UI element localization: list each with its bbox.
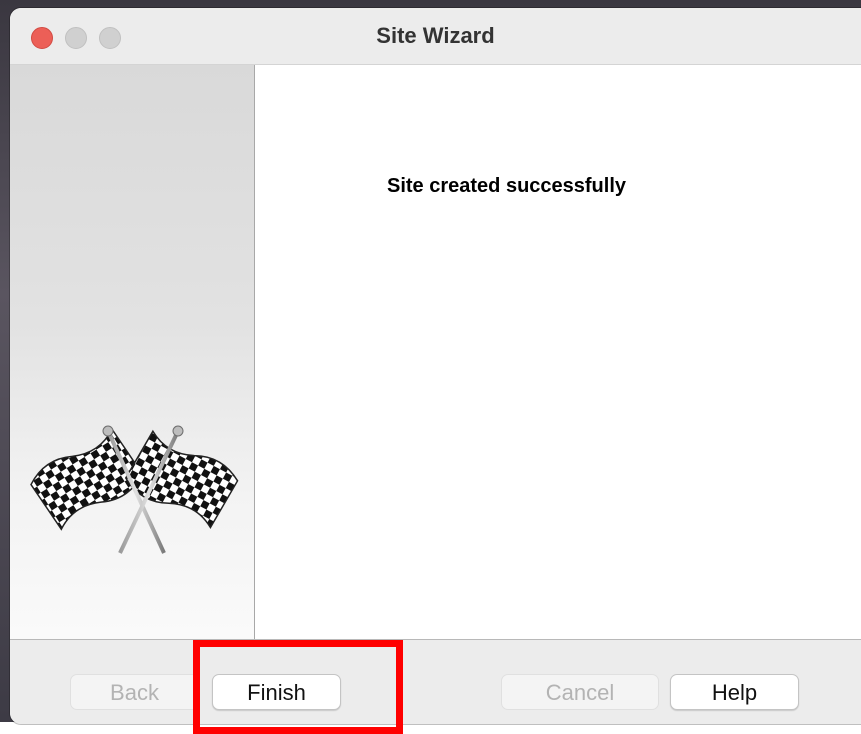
wizard-button-bar: Back Finish Cancel Help: [10, 639, 861, 724]
wizard-content-area: Site created successfully: [255, 65, 861, 639]
help-button[interactable]: Help: [670, 674, 799, 710]
window-title: Site Wizard: [376, 23, 495, 48]
site-wizard-window: Site Wizard Site created successfully Ba…: [10, 8, 861, 724]
finish-highlight-box: [193, 640, 403, 734]
wizard-side-panel: [10, 65, 255, 639]
back-button[interactable]: Back: [70, 674, 199, 710]
success-message: Site created successfully: [387, 175, 627, 197]
checkered-flags-icon: [30, 425, 239, 554]
cancel-button[interactable]: Cancel: [501, 674, 659, 710]
title-bar[interactable]: Site Wizard: [10, 8, 861, 65]
